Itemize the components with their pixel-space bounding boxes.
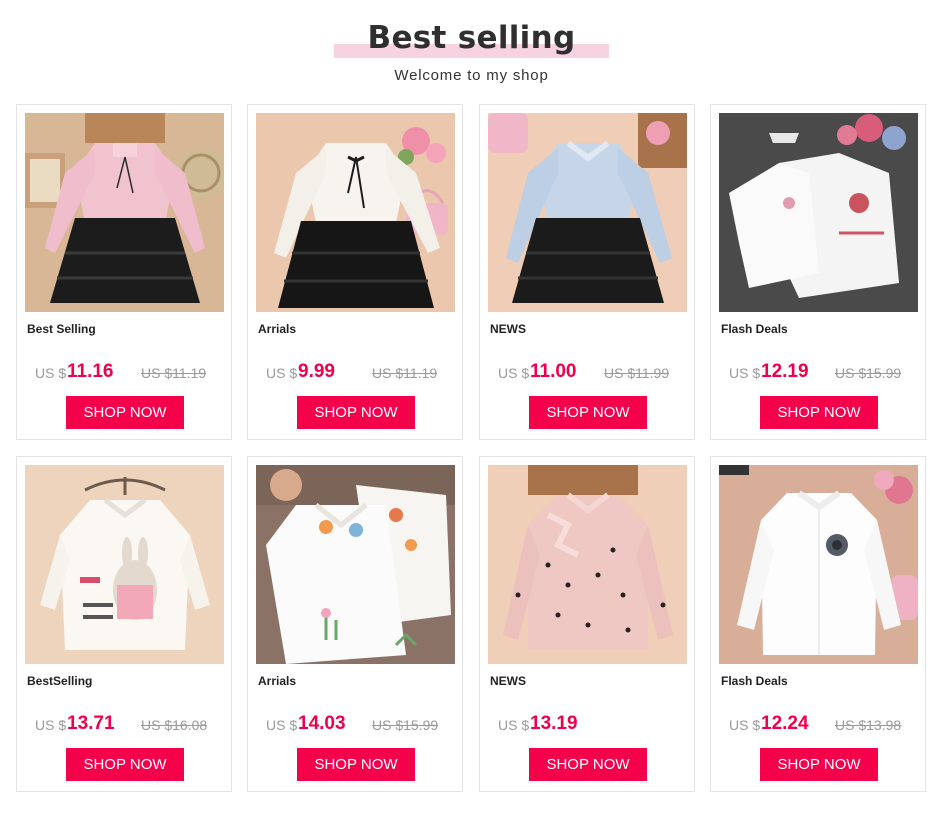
currency-label: US $ <box>266 365 298 381</box>
product-image-white-blouse-tutu[interactable] <box>256 113 455 312</box>
price-row: US $ 13.71 US $16.08 <box>17 713 233 736</box>
section-header: Best selling Welcome to my shop <box>0 0 943 100</box>
currency-label: US $ <box>498 365 530 381</box>
product-name[interactable]: NEWS <box>490 322 526 336</box>
sale-price: 11.16 <box>67 361 114 382</box>
price-row: US $ 14.03 US $15.99 <box>248 713 464 736</box>
product-image-pink-blouse-tutu[interactable] <box>25 113 224 312</box>
section-title: Best selling <box>367 20 576 56</box>
original-price: US $16.08 <box>141 717 208 733</box>
product-image-white-blouse-brooch[interactable] <box>719 465 918 664</box>
product-card[interactable]: Arrials US $ 9.99 US $11.19 SHOP NOW <box>247 104 463 440</box>
product-image-pink-polka-dot-blouse[interactable] <box>488 465 687 664</box>
shop-now-button[interactable]: SHOP NOW <box>297 748 415 781</box>
original-price: US $11.19 <box>141 365 207 381</box>
sale-price: 14.03 <box>298 713 346 734</box>
currency-label: US $ <box>35 717 67 733</box>
currency-label: US $ <box>498 717 530 733</box>
original-price: US $15.99 <box>372 717 439 733</box>
sale-price: 12.19 <box>761 361 809 382</box>
product-name[interactable]: BestSelling <box>27 674 92 688</box>
product-card[interactable]: NEWS US $ 11.00 US $11.99 SHOP NOW <box>479 104 695 440</box>
product-card[interactable]: NEWS US $ 13.19 SHOP NOW <box>479 456 695 792</box>
price-row: US $ 11.00 US $11.99 <box>480 361 696 384</box>
product-card[interactable]: Flash Deals US $ 12.24 US $13.98 SHOP NO… <box>710 456 926 792</box>
product-name[interactable]: Flash Deals <box>721 322 788 336</box>
currency-label: US $ <box>729 717 761 733</box>
product-name[interactable]: NEWS <box>490 674 526 688</box>
price-row: US $ 13.19 <box>480 713 696 736</box>
currency-label: US $ <box>266 717 298 733</box>
product-card[interactable]: Best Selling US $ 11.16 US $11.19 SHOP N… <box>16 104 232 440</box>
price-row: US $ 11.16 US $11.19 <box>17 361 233 384</box>
product-name[interactable]: Arrials <box>258 322 296 336</box>
currency-label: US $ <box>35 365 67 381</box>
product-image-bunny-print-shirt[interactable] <box>25 465 224 664</box>
shop-now-button[interactable]: SHOP NOW <box>297 396 415 429</box>
sale-price: 13.19 <box>530 713 578 734</box>
price-row: US $ 12.19 US $15.99 <box>711 361 927 384</box>
original-price: US $11.19 <box>372 365 438 381</box>
product-name[interactable]: Best Selling <box>27 322 96 336</box>
price-row: US $ 9.99 US $11.19 <box>248 361 464 384</box>
shop-now-button[interactable]: SHOP NOW <box>66 748 184 781</box>
original-price: US $15.99 <box>835 365 902 381</box>
product-card[interactable]: Flash Deals US $ 12.19 US $15.99 SHOP NO… <box>710 104 926 440</box>
original-price: US $11.99 <box>604 365 670 381</box>
original-price: US $13.98 <box>835 717 902 733</box>
shop-now-button[interactable]: SHOP NOW <box>529 396 647 429</box>
price-row: US $ 12.24 US $13.98 <box>711 713 927 736</box>
sale-price: 11.00 <box>530 361 577 382</box>
product-card[interactable]: Arrials US $ 14.03 US $15.99 SHOP NOW <box>247 456 463 792</box>
product-image-fox-embroidered-shirts[interactable] <box>256 465 455 664</box>
shop-now-button[interactable]: SHOP NOW <box>760 396 878 429</box>
product-image-blue-blouse-skirt[interactable] <box>488 113 687 312</box>
sale-price: 12.24 <box>761 713 809 734</box>
shop-now-button[interactable]: SHOP NOW <box>66 396 184 429</box>
sale-price: 9.99 <box>298 361 335 382</box>
shop-now-button[interactable]: SHOP NOW <box>529 748 647 781</box>
section-subtitle: Welcome to my shop <box>394 67 549 84</box>
currency-label: US $ <box>729 365 761 381</box>
product-image-white-embroidered-shirts[interactable] <box>719 113 918 312</box>
product-card[interactable]: BestSelling US $ 13.71 US $16.08 SHOP NO… <box>16 456 232 792</box>
product-name[interactable]: Flash Deals <box>721 674 788 688</box>
shop-now-button[interactable]: SHOP NOW <box>760 748 878 781</box>
sale-price: 13.71 <box>67 713 115 734</box>
product-name[interactable]: Arrials <box>258 674 296 688</box>
